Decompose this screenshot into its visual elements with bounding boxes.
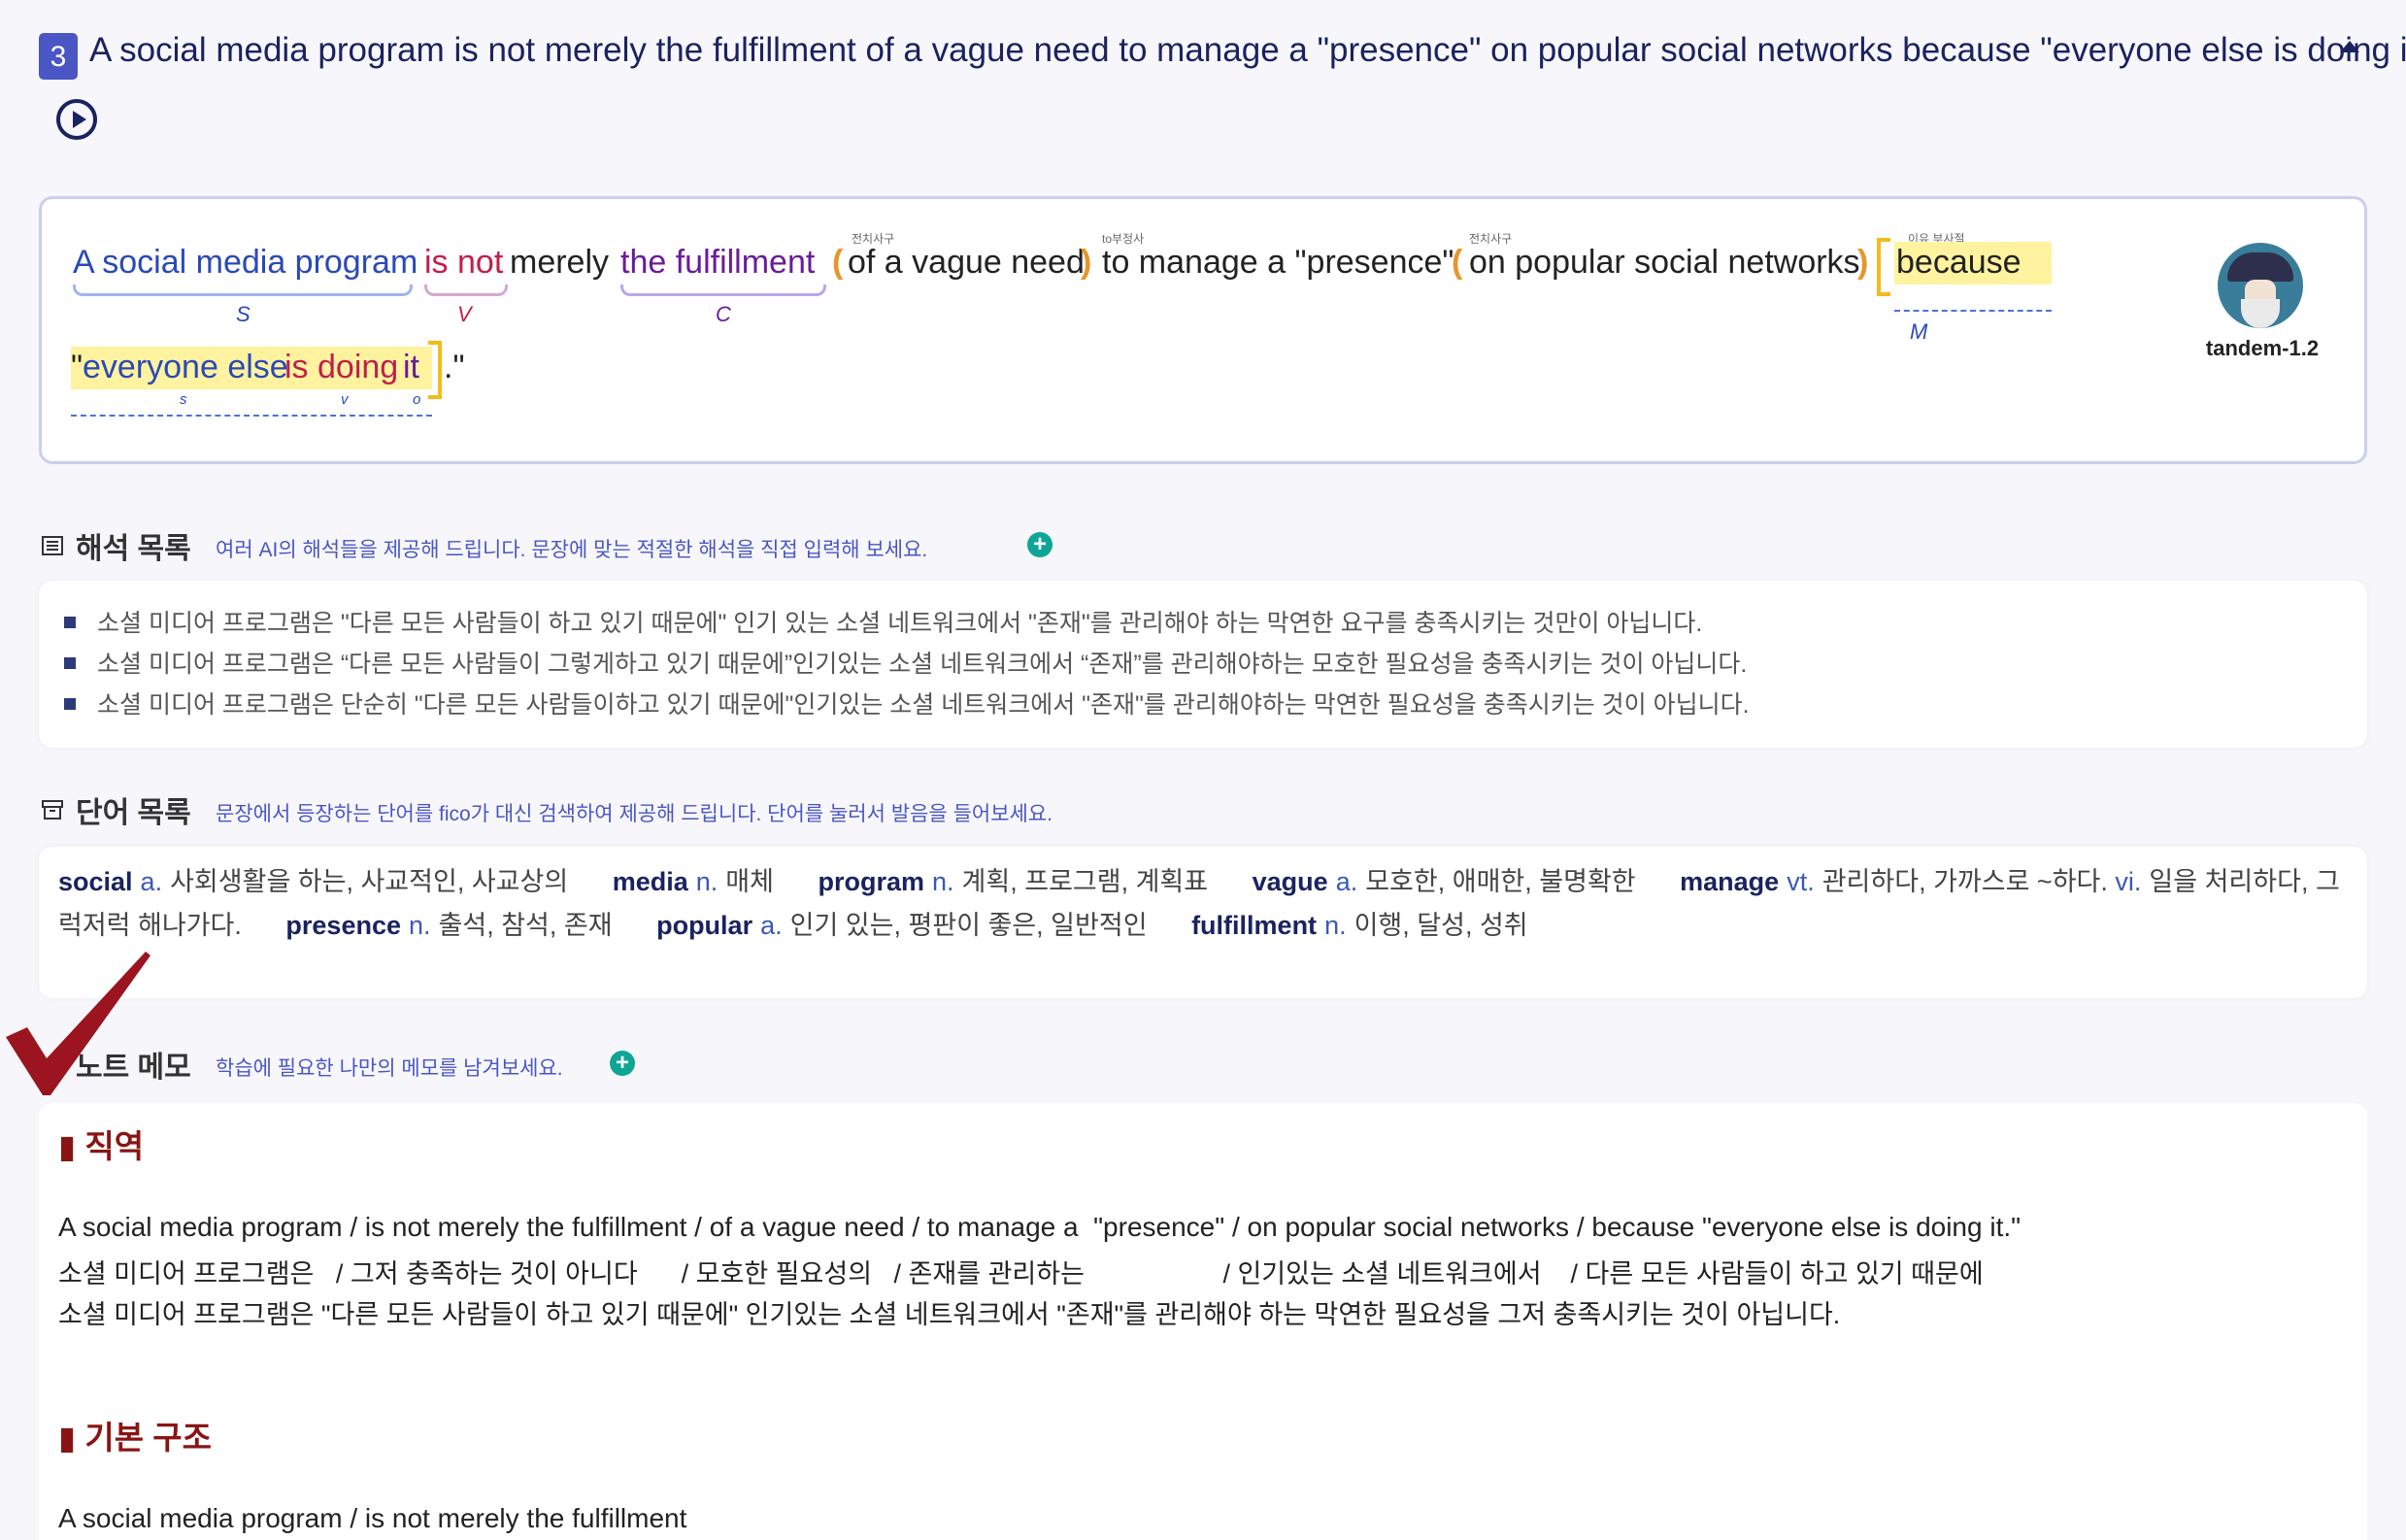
archive-icon [42, 800, 63, 820]
subject-brace [73, 285, 413, 296]
translations-subtitle: 여러 AI의 해석들을 제공해 드립니다. 문장에 맞는 적절한 해석을 직접 … [216, 539, 928, 561]
because-token: because [1896, 244, 2022, 281]
word-entry[interactable]: social a. 사회생활을 하는, 사교적인, 사교상의 [58, 867, 568, 896]
word-meaning: 인기 있는, 평판이 좋은, 일반적인 [789, 911, 1148, 940]
clause-bracket-open [1877, 238, 1890, 296]
subject-token: A social media program [73, 244, 418, 281]
verb-token: is not [424, 244, 504, 281]
part-of-speech: a. [140, 867, 163, 896]
translation-item: 소셜 미디어 프로그램은 "다른 모든 사람들이 하고 있기 때문에" 인기 있… [64, 604, 1702, 639]
role-s: s [180, 391, 187, 408]
word-entry[interactable]: fulfillment n. 이행, 달성, 성취 [1191, 911, 1528, 940]
question-header: 3 A social media program is not merely t… [39, 29, 2406, 87]
part-of-speech: n. [1324, 911, 1347, 940]
word-entry[interactable]: popular a. 인기 있는, 평판이 좋은, 일반적인 [656, 911, 1147, 940]
word-meaning: 출석, 참석, 존재 [438, 911, 613, 940]
clause-verb-token: is doing [284, 349, 399, 385]
note-literal-korean-full: 소셜 미디어 프로그램은 "다른 모든 사람들이 하고 있기 때문에" 인기있는… [58, 1300, 1841, 1329]
word-entry[interactable]: media n. 매체 [613, 867, 774, 896]
note-literal-korean-chunks: 소셜 미디어 프로그램은 / 그저 충족하는 것이 아니다 / 모호한 필요성의… [58, 1259, 1984, 1289]
role-C: C [716, 302, 731, 326]
word[interactable]: popular [656, 911, 752, 940]
words-title: 단어 목록 [76, 797, 191, 829]
word-meaning: 계획, 프로그램, 계획표 [961, 867, 1209, 896]
part-of-speech: n. [695, 867, 718, 896]
word-entry[interactable]: vague a. 모호한, 애매한, 불명확한 [1253, 867, 1636, 896]
word-meaning: 모호한, 애매한, 불명확한 [1365, 867, 1636, 896]
part-of-speech: a. [1335, 867, 1358, 896]
collapse-up-icon[interactable] [2340, 41, 2359, 52]
paren-close-1: ) [1081, 244, 1092, 281]
note-card[interactable]: ▮ 직역 A social media program / is not mer… [39, 1103, 2367, 1540]
to-phrase-token: to manage a "presence" [1102, 244, 1454, 281]
complement-brace [620, 285, 826, 296]
because-underline [1894, 310, 2052, 312]
sentence-analysis-box: A social media program S is not V merely… [39, 196, 2367, 464]
part-of-speech: vt. [1787, 867, 1815, 896]
bullet-icon [64, 617, 76, 629]
role-M: M [1910, 319, 1928, 344]
of-phrase-token: of a vague need [848, 244, 1085, 281]
part-of-speech: vi. [2115, 867, 2142, 896]
translations-card: 소셜 미디어 프로그램은 "다른 모든 사람들이 하고 있기 때문에" 인기 있… [39, 581, 2367, 748]
role-V: V [457, 302, 472, 326]
ai-avatar[interactable] [2218, 243, 2303, 328]
word[interactable]: presence [285, 911, 401, 940]
clause-underline [71, 415, 432, 417]
ai-model-name: tandem-1.2 [2205, 336, 2320, 360]
bullet-icon [64, 698, 76, 711]
clause-bracket-close [428, 341, 442, 399]
list-icon [42, 536, 63, 555]
paren-open-1: ( [832, 244, 844, 281]
word[interactable]: program [818, 867, 924, 896]
paren-close-2: ) [1857, 244, 1869, 281]
word-list: social a. 사회생활을 하는, 사교적인, 사교상의 media n. 매체 p… [58, 860, 2340, 948]
bullet-icon [64, 657, 76, 670]
note-subtitle: 학습에 필요한 나만의 메모를 남겨보세요. [216, 1057, 563, 1080]
word-entry[interactable]: program n. 계획, 프로그램, 계획표 [818, 867, 1208, 896]
part-of-speech: n. [932, 867, 954, 896]
word[interactable]: vague [1253, 867, 1328, 896]
note-literal-english: A social media program / is not merely t… [58, 1212, 2022, 1242]
translation-item: 소셜 미디어 프로그램은 단순히 "다른 모든 사람들이하고 있기 때문에"인기… [64, 686, 1750, 720]
word-entry[interactable]: presence n. 출석, 참석, 존재 [285, 911, 612, 940]
word-meaning: 이행, 달성, 성취 [1353, 911, 1528, 940]
note-structure-english: A social media program / is not merely t… [58, 1503, 687, 1533]
word[interactable]: social [58, 867, 133, 896]
part-of-speech: n. [408, 911, 431, 940]
word-meaning: 관리하다, 가까스로 ~하다. [1821, 867, 2108, 896]
word[interactable]: fulfillment [1191, 911, 1317, 940]
clause-object-token: it [403, 349, 419, 385]
words-card: social a. 사회생활을 하는, 사교적인, 사교상의 media n. 매체 p… [39, 847, 2367, 998]
quote-open-token: " [71, 349, 84, 385]
paren-open-2: ( [1452, 244, 1463, 281]
question-number-badge: 3 [39, 33, 78, 80]
add-note-icon[interactable]: + [610, 1051, 635, 1076]
play-audio-icon[interactable] [56, 99, 97, 140]
checkmark-icon [6, 952, 150, 1095]
verb-brace [424, 285, 508, 296]
role-v: v [341, 391, 349, 408]
part-of-speech: a. [760, 911, 783, 940]
word-meaning: 매체 [725, 867, 774, 896]
complement-token: the fulfillment [620, 244, 816, 281]
adverb-token: merely [510, 244, 610, 281]
note-literal-heading: ▮ 직역 [58, 1128, 145, 1164]
words-subtitle: 문장에서 등장하는 단어를 fico가 대신 검색하여 제공해 드립니다. 단어… [216, 803, 1053, 825]
translations-title: 해석 목록 [76, 533, 191, 565]
role-S: S [236, 302, 251, 326]
word[interactable]: media [613, 867, 688, 896]
add-translation-icon[interactable]: + [1027, 532, 1053, 557]
role-o: o [413, 391, 421, 408]
note-structure-heading: ▮ 기본 구조 [58, 1420, 212, 1456]
word[interactable]: manage [1680, 867, 1779, 896]
on-phrase-token: on popular social networks [1469, 244, 1860, 281]
translation-item: 소셜 미디어 프로그램은 “다른 모든 사람들이 그렇게하고 있기 때문에”인기… [64, 645, 1747, 680]
clause-subject-token: everyone else [83, 349, 288, 385]
question-title: A social media program is not merely the… [89, 31, 2406, 69]
sentence-end-token: ." [444, 349, 465, 385]
word-meaning: 사회생활을 하는, 사교적인, 사교상의 [170, 867, 569, 896]
